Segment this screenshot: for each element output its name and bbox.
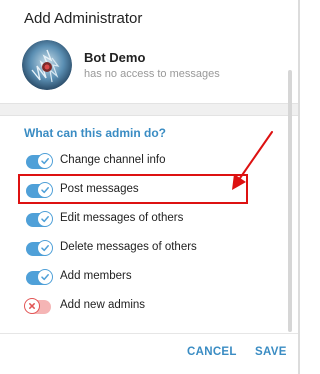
check-icon (37, 211, 53, 227)
bot-avatar (22, 40, 72, 90)
delete-messages-toggle[interactable] (26, 240, 53, 256)
bot-status: has no access to messages (84, 68, 220, 80)
permission-label: Add members (60, 270, 132, 282)
add-members-toggle[interactable] (26, 269, 53, 285)
scrollbar[interactable] (288, 70, 292, 332)
permission-row-change-channel-info[interactable]: Change channel info (26, 152, 276, 172)
cross-icon (24, 298, 40, 314)
permission-row-edit-messages[interactable]: Edit messages of others (26, 210, 276, 230)
permission-label: Edit messages of others (60, 212, 184, 224)
save-button[interactable]: SAVE (255, 346, 287, 358)
change-channel-info-toggle[interactable] (26, 153, 53, 169)
dialog-title: Add Administrator (24, 10, 143, 27)
window-edge (298, 0, 300, 374)
edit-messages-toggle[interactable] (26, 211, 53, 227)
add-administrator-dialog: Add Administrator Bot Demo has no access… (0, 0, 300, 374)
permission-row-delete-messages[interactable]: Delete messages of others (26, 239, 276, 259)
check-icon (37, 269, 53, 285)
add-new-admins-toggle[interactable] (24, 298, 51, 314)
section-divider (0, 103, 300, 116)
check-icon (37, 240, 53, 256)
permission-label: Change channel info (60, 154, 166, 166)
permissions-footnote (24, 322, 274, 332)
permission-label: Add new admins (60, 299, 146, 311)
cancel-button[interactable]: CANCEL (187, 346, 237, 358)
permission-row-add-members[interactable]: Add members (26, 268, 276, 288)
permission-row-add-new-admins[interactable]: Add new admins (24, 297, 276, 317)
permissions-section-title: What can this admin do? (24, 126, 167, 140)
annotation-highlight-box (18, 174, 248, 204)
footer-divider (0, 333, 300, 334)
bot-name: Bot Demo (84, 50, 146, 65)
permission-label: Delete messages of others (60, 241, 197, 253)
check-icon (37, 153, 53, 169)
